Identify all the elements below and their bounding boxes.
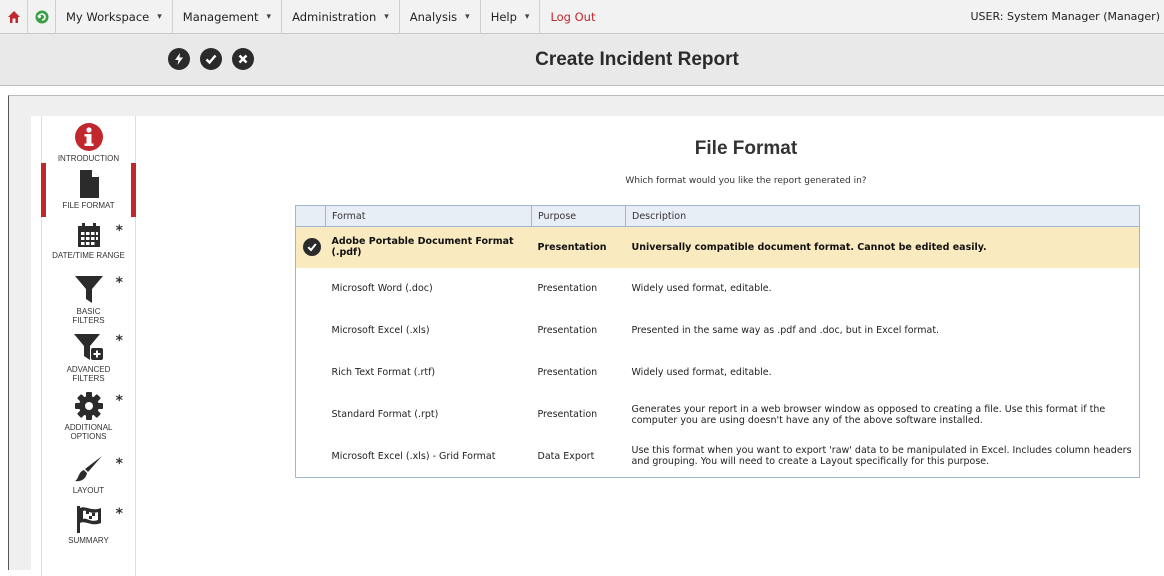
cell-format: Rich Text Format (.rtf): [331, 367, 436, 378]
menu-management[interactable]: Management ▾: [173, 0, 283, 34]
step-introduction[interactable]: INTRODUCTION: [42, 122, 135, 163]
chevron-down-icon: ▾: [266, 11, 272, 22]
header-actions: [168, 48, 254, 70]
chevron-down-icon: ▾: [157, 11, 162, 22]
table-row[interactable]: Rich Text Format (.rtf) Presentation Wid…: [296, 352, 1140, 394]
flag-icon: [76, 506, 101, 533]
required-star: *: [115, 333, 123, 349]
required-star: *: [115, 506, 123, 522]
cell-format: Microsoft Excel (.xls): [331, 325, 430, 336]
required-star: *: [115, 393, 123, 409]
brush-icon: [74, 456, 102, 482]
cell-description: Universally compatible document format. …: [625, 226, 1140, 268]
header-select: [295, 205, 326, 227]
filter-plus-icon: [73, 334, 103, 360]
logout-link[interactable]: Log Out: [540, 0, 605, 34]
user-label: USER: System Manager (Manager): [970, 10, 1160, 23]
cancel-button[interactable]: [232, 48, 254, 70]
cell-purpose: Presentation: [537, 283, 598, 294]
calendar-icon: [77, 223, 100, 247]
wizard-steps: INTRODUCTION FILE FORMAT * DATE/TIME RAN…: [41, 116, 136, 576]
table-row[interactable]: Microsoft Excel (.xls) Presentation Pres…: [296, 310, 1140, 352]
header-format[interactable]: Format: [325, 205, 532, 227]
step-advanced-filters[interactable]: * ADVANCED FILTERS: [42, 331, 135, 383]
header-purpose[interactable]: Purpose: [531, 205, 626, 227]
cell-purpose: Presentation: [537, 325, 598, 336]
chevron-down-icon: ▾: [465, 11, 470, 22]
confirm-button[interactable]: [200, 48, 222, 70]
table-row[interactable]: Standard Format (.rpt) Presentation Gene…: [296, 394, 1140, 436]
menu-analysis[interactable]: Analysis ▾: [400, 0, 481, 34]
step-summary[interactable]: * SUMMARY: [42, 504, 135, 545]
header-description[interactable]: Description: [625, 205, 1140, 227]
cell-format: Standard Format (.rpt): [331, 409, 439, 420]
cell-format: Microsoft Excel (.xls) - Grid Format: [331, 450, 496, 462]
check-icon: [303, 238, 321, 257]
wizard-panel: INTRODUCTION FILE FORMAT * DATE/TIME RAN…: [31, 116, 1164, 576]
lightning-icon: [175, 53, 183, 65]
cell-purpose: Presentation: [537, 409, 598, 420]
step-date-time-range[interactable]: * DATE/TIME RANGE: [42, 221, 135, 260]
section-title: File Format: [694, 138, 798, 159]
cell-description: Generates your report in a web browser w…: [631, 403, 1106, 426]
table-row[interactable]: Adobe Portable Document Format (.pdf) Pr…: [295, 226, 1140, 268]
filter-icon: [74, 276, 103, 303]
quick-generate-button[interactable]: [168, 48, 190, 70]
cell-description: Widely used format, editable.: [631, 367, 772, 378]
cell-purpose: Presentation: [537, 367, 598, 378]
menu-administration[interactable]: Administration ▾: [282, 0, 400, 34]
refresh-icon[interactable]: [28, 0, 56, 34]
page-header: Create Incident Report: [0, 34, 1164, 86]
table-header-row: Format Purpose Description: [295, 205, 1140, 227]
menu-bar: My Workspace ▾ Management ▾ Administrati…: [0, 0, 1164, 34]
close-icon: [238, 54, 248, 64]
step-file-format[interactable]: FILE FORMAT: [41, 163, 136, 217]
cell-description: Use this format when you want to export …: [631, 445, 1132, 468]
cell-purpose: Presentation: [531, 226, 626, 268]
step-layout[interactable]: * LAYOUT: [42, 454, 135, 495]
section-subtitle: Which format would you like the report g…: [625, 176, 867, 186]
check-icon: [205, 54, 217, 65]
step-additional-options[interactable]: * ADDITIONAL OPTIONS: [42, 391, 135, 441]
format-table: Format Purpose Description Adobe Portabl…: [295, 205, 1140, 478]
cell-format: Microsoft Word (.doc): [331, 283, 433, 294]
cell-description: Widely used format, editable.: [631, 283, 772, 294]
required-star: *: [115, 456, 123, 472]
table-row[interactable]: Microsoft Excel (.xls) - Grid Format Dat…: [296, 436, 1140, 478]
content-frame: INTRODUCTION FILE FORMAT * DATE/TIME RAN…: [8, 95, 1164, 576]
chevron-down-icon: ▾: [384, 11, 389, 22]
cell-format: Adobe Portable Document Format (.pdf): [325, 226, 532, 268]
cell-purpose: Data Export: [537, 450, 595, 462]
required-star: *: [115, 223, 123, 239]
home-icon[interactable]: [0, 0, 28, 34]
table-row[interactable]: Microsoft Word (.doc) Presentation Widel…: [296, 268, 1140, 310]
menu-help[interactable]: Help ▾: [481, 0, 541, 34]
chevron-down-icon: ▾: [524, 11, 530, 22]
cell-description: Presented in the same way as .pdf and .d…: [631, 325, 940, 336]
gear-icon: [74, 392, 103, 420]
info-icon: [74, 123, 103, 151]
menu-my-workspace[interactable]: My Workspace ▾: [56, 0, 173, 34]
file-icon: [79, 170, 99, 198]
step-basic-filters[interactable]: * BASIC FILTERS: [42, 273, 135, 325]
required-star: *: [115, 275, 123, 291]
